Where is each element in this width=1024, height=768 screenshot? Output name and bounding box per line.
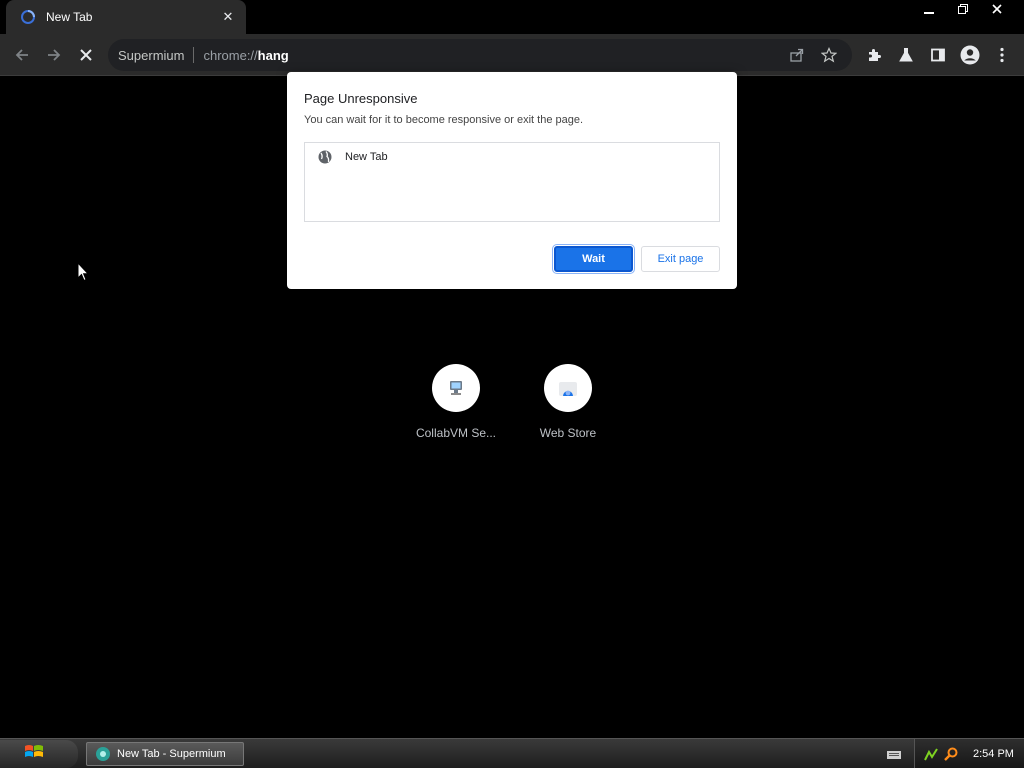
- keyboard-icon[interactable]: [886, 748, 902, 760]
- browser-chip[interactable]: Supermium: [118, 48, 184, 63]
- stop-loading-icon[interactable]: [74, 43, 98, 67]
- menu-kebab-icon[interactable]: [990, 43, 1014, 67]
- search-magnifier-icon[interactable]: [943, 746, 959, 762]
- tab-title: New Tab: [46, 10, 93, 24]
- forward-arrow-icon[interactable]: [42, 43, 66, 67]
- taskbar: New Tab - Supermium 2:54 PM: [0, 738, 1024, 768]
- address-bar[interactable]: Supermium chrome:// hang: [108, 39, 852, 71]
- back-arrow-icon[interactable]: [10, 43, 34, 67]
- tab-new-tab[interactable]: New Tab ✕: [6, 0, 246, 34]
- web-store-icon: [544, 364, 592, 412]
- bookmark-star-icon[interactable]: [816, 43, 842, 67]
- exit-page-button[interactable]: Exit page: [641, 246, 720, 272]
- window-controls: [912, 0, 1014, 18]
- browser-toolbar: Supermium chrome:// hang: [0, 34, 1024, 76]
- share-icon[interactable]: [784, 43, 810, 67]
- dialog-title: Page Unresponsive: [304, 91, 418, 106]
- shortcut-label: CollabVM Se...: [415, 426, 497, 440]
- page-unresponsive-dialog: Page Unresponsive You can wait for it to…: [287, 72, 737, 289]
- dialog-message: You can wait for it to become responsive…: [304, 114, 584, 126]
- network-icon[interactable]: [923, 746, 939, 762]
- labs-flask-icon[interactable]: [894, 43, 918, 67]
- wait-button[interactable]: Wait: [552, 244, 635, 274]
- close-window-icon[interactable]: [980, 0, 1014, 18]
- collabvm-favicon-icon: [432, 364, 480, 412]
- system-tray: 2:54 PM: [914, 739, 1024, 768]
- task-label: New Tab - Supermium: [117, 748, 226, 760]
- shortcut-label: Web Store: [539, 426, 597, 440]
- list-item: New Tab: [305, 143, 719, 171]
- list-item-title: New Tab: [345, 151, 388, 163]
- url-host: hang: [257, 47, 289, 63]
- profile-avatar-icon[interactable]: [958, 43, 982, 67]
- url-scheme: chrome://: [203, 47, 258, 63]
- shortcut-web-store[interactable]: Web Store: [512, 364, 624, 440]
- loading-spinner-icon: [20, 9, 36, 25]
- start-button[interactable]: [0, 740, 78, 768]
- tab-strip: New Tab ✕: [0, 0, 1024, 34]
- address-separator: [193, 47, 195, 63]
- globe-icon: [317, 149, 333, 165]
- taskbar-task-supermium[interactable]: New Tab - Supermium: [86, 742, 244, 766]
- side-panel-icon[interactable]: [926, 43, 950, 67]
- shortcut-collabvm[interactable]: CollabVM Se...: [400, 364, 512, 440]
- clock: 2:54 PM: [973, 748, 1014, 760]
- minimize-icon[interactable]: [912, 0, 946, 18]
- supermium-app-icon: [95, 746, 111, 762]
- mouse-cursor-icon: [77, 261, 90, 287]
- extensions-puzzle-icon[interactable]: [862, 43, 886, 67]
- restore-icon[interactable]: [946, 0, 980, 18]
- tab-close-icon[interactable]: ✕: [220, 9, 236, 25]
- unresponsive-page-list: New Tab: [304, 142, 720, 222]
- windows-logo-icon: [24, 743, 44, 766]
